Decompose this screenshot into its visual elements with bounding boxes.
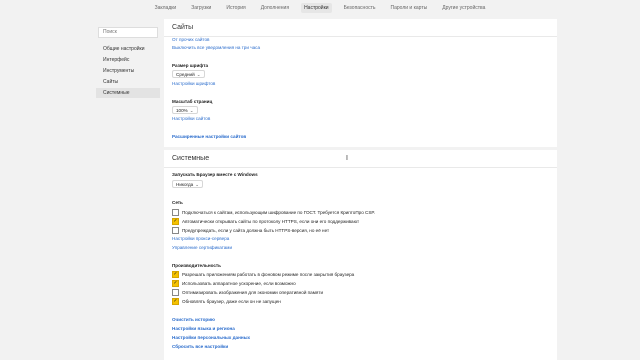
checkbox-auto-update[interactable]: ✓ Обновлять браузер, даже если он не зап… (172, 298, 281, 305)
checkbox-optimize-images[interactable]: Оптимизировать изображения для экономии … (172, 289, 323, 296)
font-size-value: Средний (176, 72, 195, 77)
zoom-value: 100% (176, 108, 188, 113)
tab-bookmarks[interactable]: Закладки (152, 3, 180, 13)
font-size-dropdown[interactable]: Средний ⌄ (172, 70, 205, 78)
checkbox-label: Обновлять браузер, даже если он не запущ… (182, 299, 281, 304)
tab-passwords[interactable]: Пароли и карты (388, 3, 431, 13)
checkbox-label: Использовать аппаратное ускорение, если … (182, 281, 296, 286)
font-settings-link[interactable]: Настройки шрифтов (172, 81, 215, 86)
tab-security[interactable]: Безопасность (341, 3, 379, 13)
checkmark-icon[interactable]: ✓ (172, 218, 179, 225)
checkmark-icon[interactable]: ✓ (172, 280, 179, 287)
checkbox-label: Автоматически открывать сайты по протоко… (182, 219, 360, 224)
sidebar-item-tools[interactable]: Инструменты (96, 66, 160, 76)
startup-label: Запускать Браузер вместе с Windows (172, 172, 258, 177)
zoom-dropdown[interactable]: 100% ⌄ (172, 106, 198, 114)
zoom-label: Масштаб страниц (172, 99, 213, 104)
startup-dropdown[interactable]: Никогда ⌄ (172, 180, 204, 188)
sidebar-item-system[interactable]: Системные (96, 88, 160, 98)
top-nav: Закладки Загрузки История Дополнения Нас… (0, 0, 640, 16)
chevron-down-icon: ⌄ (195, 182, 200, 187)
startup-value: Никогда (176, 182, 194, 187)
checkmark-icon[interactable]: ✓ (172, 271, 179, 278)
chevron-down-icon: ⌄ (189, 108, 194, 113)
checkmark-icon[interactable]: ✓ (172, 298, 179, 305)
mouse-cursor-icon: I (346, 155, 348, 162)
divider (164, 36, 557, 37)
font-size-label: Размер шрифта (172, 63, 209, 68)
site-settings-link[interactable]: Настройки сайтов (172, 116, 210, 121)
sidebar-item-general[interactable]: Общие настройки (96, 44, 160, 54)
sidebar-item-interface[interactable]: Интерфейс (96, 55, 160, 65)
tab-history[interactable]: История (223, 3, 248, 13)
sidebar: Общие настройки Интерфейс Инструменты Са… (96, 20, 160, 98)
tab-extensions[interactable]: Дополнения (258, 3, 292, 13)
checkbox-label: Предупреждать, если у сайта должна быть … (182, 228, 330, 233)
sidebar-item-sites[interactable]: Сайты (96, 77, 160, 87)
checkbox-https-auto[interactable]: ✓ Автоматически открывать сайты по прото… (172, 218, 359, 225)
checkbox-gost[interactable]: Подключаться к сайтам, использующим шифр… (172, 209, 375, 216)
checkbox-hw-accel[interactable]: ✓ Использовать аппаратное ускорение, есл… (172, 280, 296, 287)
checkbox-icon[interactable] (172, 227, 179, 234)
checkbox-icon[interactable] (172, 289, 179, 296)
checkbox-label: Подключаться к сайтам, использующим шифр… (182, 210, 376, 215)
personal-data-link[interactable]: Настройки персональных данных (172, 335, 250, 340)
from-sites-link[interactable]: От прочих сайтов (172, 37, 209, 42)
chevron-down-icon: ⌄ (196, 72, 201, 77)
advanced-site-settings-link[interactable]: Расширенные настройки сайтов (172, 134, 246, 139)
divider (164, 167, 557, 168)
performance-label: Производительность (172, 263, 221, 268)
search-input[interactable] (98, 26, 158, 38)
network-label: Сеть (172, 200, 183, 205)
tab-downloads[interactable]: Загрузки (188, 3, 214, 13)
sites-panel: Сайты От прочих сайтов Выключить все уве… (164, 19, 557, 147)
system-panel: Системные Запускать Браузер вместе с Win… (164, 150, 557, 360)
checkbox-label: Разрешать приложениям работать в фоновом… (182, 272, 355, 277)
certificates-link[interactable]: Управление сертификатами (172, 245, 232, 250)
tab-other-devices[interactable]: Другие устройства (439, 3, 488, 13)
checkbox-background-apps[interactable]: ✓ Разрешать приложениям работать в фонов… (172, 271, 354, 278)
clear-history-link[interactable]: Очистить историю (172, 317, 215, 322)
proxy-settings-link[interactable]: Настройки прокси-сервера (172, 236, 229, 241)
language-settings-link[interactable]: Настройки языка и региона (172, 326, 235, 331)
reset-settings-link[interactable]: Сбросить все настройки (172, 344, 228, 349)
checkbox-icon[interactable] (172, 209, 179, 216)
tab-settings[interactable]: Настройки (301, 3, 332, 13)
disable-notifications-link[interactable]: Выключить все уведомления на три часа (172, 45, 260, 50)
checkbox-https-warn[interactable]: Предупреждать, если у сайта должна быть … (172, 227, 329, 234)
checkbox-label: Оптимизировать изображения для экономии … (182, 290, 324, 295)
